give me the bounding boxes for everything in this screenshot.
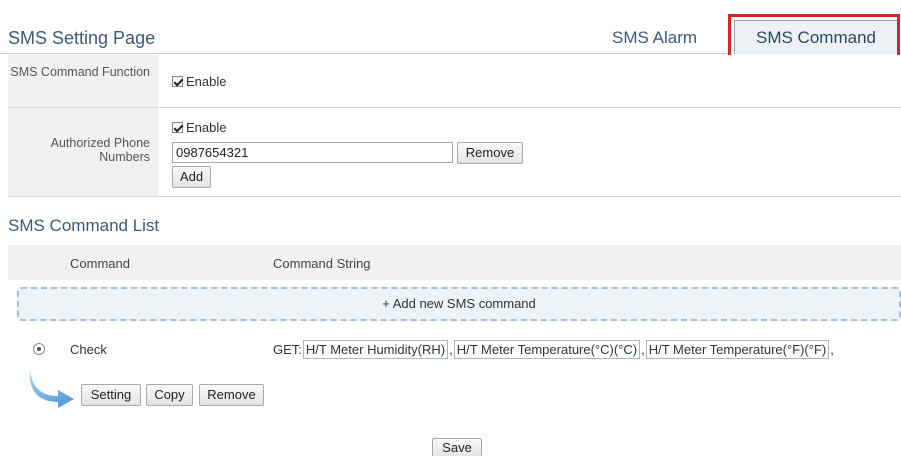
- command-row-radio[interactable]: [33, 343, 45, 355]
- remove-phone-button[interactable]: Remove: [457, 142, 523, 164]
- tab-sms-command[interactable]: SMS Command: [728, 14, 900, 60]
- command-name: Check: [70, 342, 107, 357]
- setting-button[interactable]: Setting: [81, 384, 141, 406]
- column-command: Command: [70, 256, 130, 271]
- tag-separator: ,: [641, 342, 645, 357]
- tag-separator: ,: [449, 342, 453, 357]
- command-string-prefix: GET:: [273, 342, 302, 357]
- command-function-value-cell: Enable: [160, 55, 901, 107]
- command-tag: H/T Meter Humidity(RH): [302, 340, 449, 359]
- page-title: SMS Setting Page: [8, 28, 156, 48]
- authorized-phone-label-cell: Authorized Phone Numbers: [8, 108, 158, 196]
- command-list-header: Command Command String: [8, 245, 901, 280]
- command-tag: H/T Meter Temperature(°F)(°F): [645, 340, 830, 359]
- command-list-title: SMS Command List: [8, 216, 160, 235]
- curved-arrow-icon: [29, 370, 74, 408]
- remove-command-button[interactable]: Remove: [199, 384, 264, 406]
- authorized-phone-checkbox[interactable]: [172, 122, 183, 133]
- tab-sms-alarm[interactable]: SMS Alarm: [612, 28, 697, 48]
- authorized-phone-enable[interactable]: Enable: [172, 120, 226, 135]
- save-button[interactable]: Save: [432, 438, 482, 456]
- authorized-phone-label: Authorized Phone Numbers: [50, 136, 150, 164]
- copy-button[interactable]: Copy: [146, 384, 193, 406]
- add-phone-button[interactable]: Add: [172, 166, 211, 188]
- command-string: GET: H/T Meter Humidity(RH), H/T Meter Tem…: [273, 340, 834, 359]
- add-sms-command-button[interactable]: + Add new SMS command: [17, 287, 901, 321]
- command-function-enable-label: Enable: [186, 74, 227, 89]
- command-function-label-cell: SMS Command Function: [8, 55, 158, 107]
- column-command-string: Command String: [273, 256, 371, 271]
- authorized-phone-enable-label: Enable: [186, 120, 227, 135]
- tag-separator: ,: [830, 342, 834, 357]
- header-divider: [0, 53, 728, 54]
- command-function-label: SMS Command Function: [10, 65, 150, 79]
- phone-number-input[interactable]: [172, 142, 453, 163]
- tab-sms-command-label: SMS Command: [734, 20, 897, 54]
- command-tag: H/T Meter Temperature(°C)(°C): [453, 340, 641, 359]
- row-divider: [8, 196, 901, 197]
- command-function-enable[interactable]: Enable: [172, 74, 226, 89]
- command-function-checkbox[interactable]: [172, 76, 183, 87]
